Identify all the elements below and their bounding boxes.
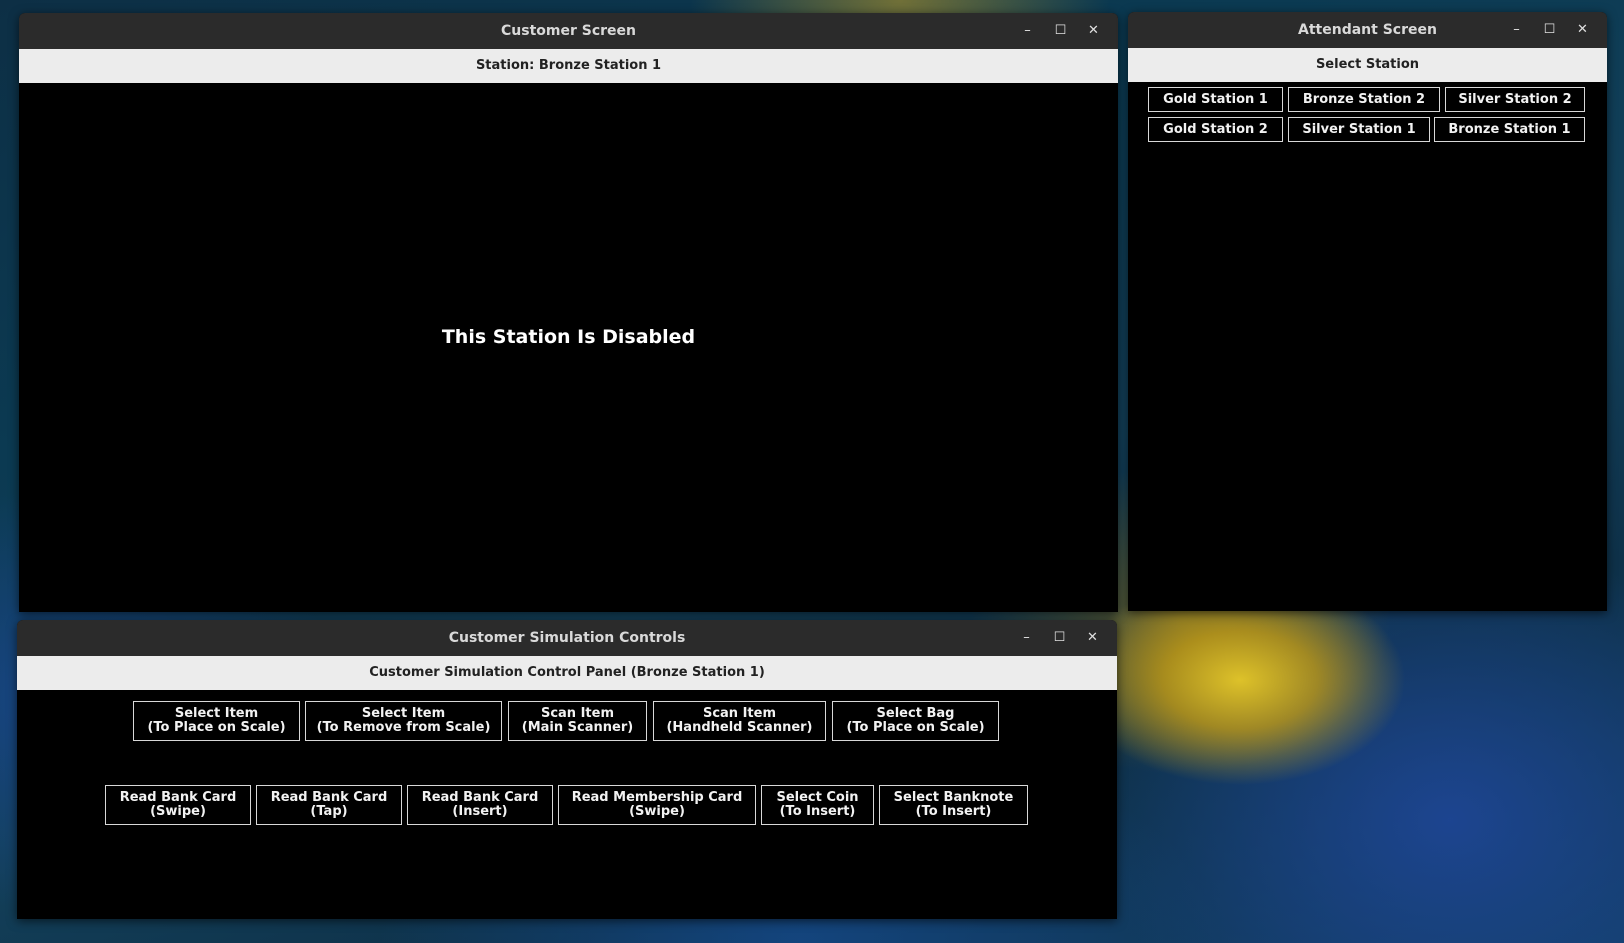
customer-screen-content: This Station Is Disabled (19, 83, 1118, 612)
customer-screen-titlebar[interactable]: Customer Screen – ☐ ✕ (19, 13, 1118, 49)
button-line-2: (To Place on Scale) (846, 720, 985, 735)
window-title: Customer Screen (501, 23, 636, 39)
station-button-gold-1[interactable]: Gold Station 1 (1148, 87, 1283, 112)
button-line-2: (Swipe) (629, 804, 685, 819)
station-header: Station: Bronze Station 1 (19, 49, 1118, 83)
window-controls: – ☐ ✕ (1011, 13, 1110, 49)
button-line-1: Select Coin (776, 790, 859, 805)
simulation-controls-window: Customer Simulation Controls – ☐ ✕ Custo… (17, 620, 1117, 919)
control-panel-header: Customer Simulation Control Panel (Bronz… (17, 656, 1117, 690)
attendant-screen-content: Gold Station 1 Bronze Station 2 Silver S… (1128, 82, 1607, 611)
maximize-button[interactable]: ☐ (1044, 13, 1077, 49)
station-button-bronze-1[interactable]: Bronze Station 1 (1434, 117, 1585, 142)
button-line-1: Read Bank Card (421, 790, 539, 805)
simulation-controls-titlebar[interactable]: Customer Simulation Controls – ☐ ✕ (17, 620, 1117, 656)
button-line-2: (To Place on Scale) (147, 720, 286, 735)
scan-item-main-button[interactable]: Scan Item (Main Scanner) (508, 701, 647, 741)
minimize-button[interactable]: – (1500, 12, 1533, 48)
button-line-2: (To Insert) (915, 804, 992, 819)
attendant-screen-titlebar[interactable]: Attendant Screen – ☐ ✕ (1128, 12, 1607, 48)
button-line-1: Scan Item (540, 706, 615, 721)
select-item-place-button[interactable]: Select Item (To Place on Scale) (133, 701, 300, 741)
button-line-2: (Main Scanner) (521, 720, 634, 735)
select-station-header: Select Station (1128, 48, 1607, 82)
desktop-background: Customer Screen – ☐ ✕ Station: Bronze St… (0, 0, 1624, 943)
window-controls: – ☐ ✕ (1010, 620, 1109, 656)
button-line-2: (Handheld Scanner) (666, 720, 813, 735)
window-title: Customer Simulation Controls (448, 630, 686, 646)
station-button-label: Bronze Station 1 (1448, 121, 1571, 137)
button-line-2: (To Remove from Scale) (316, 720, 491, 735)
minimize-button[interactable]: – (1010, 620, 1043, 656)
button-line-2: (To Insert) (779, 804, 856, 819)
button-line-1: Read Membership Card (571, 790, 743, 805)
station-button-silver-1[interactable]: Silver Station 1 (1288, 117, 1430, 142)
attendant-screen-window: Attendant Screen – ☐ ✕ Select Station Go… (1128, 12, 1607, 611)
button-line-1: Select Item (361, 706, 446, 721)
read-bank-card-tap-button[interactable]: Read Bank Card (Tap) (256, 785, 402, 825)
button-line-2: (Swipe) (150, 804, 206, 819)
button-line-2: (Insert) (452, 804, 508, 819)
read-bank-card-swipe-button[interactable]: Read Bank Card (Swipe) (105, 785, 251, 825)
station-button-label: Silver Station 1 (1302, 121, 1416, 137)
read-bank-card-insert-button[interactable]: Read Bank Card (Insert) (407, 785, 553, 825)
button-line-1: Select Item (174, 706, 259, 721)
station-button-label: Silver Station 2 (1458, 91, 1572, 107)
close-button[interactable]: ✕ (1077, 13, 1110, 49)
station-button-gold-2[interactable]: Gold Station 2 (1148, 117, 1283, 142)
customer-screen-window: Customer Screen – ☐ ✕ Station: Bronze St… (19, 13, 1118, 612)
close-button[interactable]: ✕ (1076, 620, 1109, 656)
select-bag-button[interactable]: Select Bag (To Place on Scale) (832, 701, 999, 741)
button-line-1: Read Bank Card (119, 790, 237, 805)
button-line-1: Scan Item (702, 706, 777, 721)
station-button-label: Gold Station 2 (1163, 121, 1268, 137)
button-line-2: (Tap) (310, 804, 348, 819)
close-button[interactable]: ✕ (1566, 12, 1599, 48)
minimize-button[interactable]: – (1011, 13, 1044, 49)
maximize-button[interactable]: ☐ (1043, 620, 1076, 656)
button-line-1: Select Banknote (893, 790, 1014, 805)
station-button-label: Gold Station 1 (1163, 91, 1268, 107)
read-membership-card-button[interactable]: Read Membership Card (Swipe) (558, 785, 756, 825)
simulation-controls-content: Select Item (To Place on Scale) Select I… (17, 690, 1117, 919)
window-title: Attendant Screen (1298, 22, 1437, 38)
select-item-remove-button[interactable]: Select Item (To Remove from Scale) (305, 701, 502, 741)
scan-item-handheld-button[interactable]: Scan Item (Handheld Scanner) (653, 701, 826, 741)
station-disabled-message: This Station Is Disabled (441, 326, 696, 348)
button-line-1: Read Bank Card (270, 790, 388, 805)
station-button-bronze-2[interactable]: Bronze Station 2 (1288, 87, 1440, 112)
station-button-label: Bronze Station 2 (1302, 91, 1426, 107)
button-line-1: Select Bag (876, 706, 955, 721)
select-coin-button[interactable]: Select Coin (To Insert) (761, 785, 874, 825)
window-controls: – ☐ ✕ (1500, 12, 1599, 48)
station-button-silver-2[interactable]: Silver Station 2 (1445, 87, 1585, 112)
maximize-button[interactable]: ☐ (1533, 12, 1566, 48)
select-banknote-button[interactable]: Select Banknote (To Insert) (879, 785, 1028, 825)
